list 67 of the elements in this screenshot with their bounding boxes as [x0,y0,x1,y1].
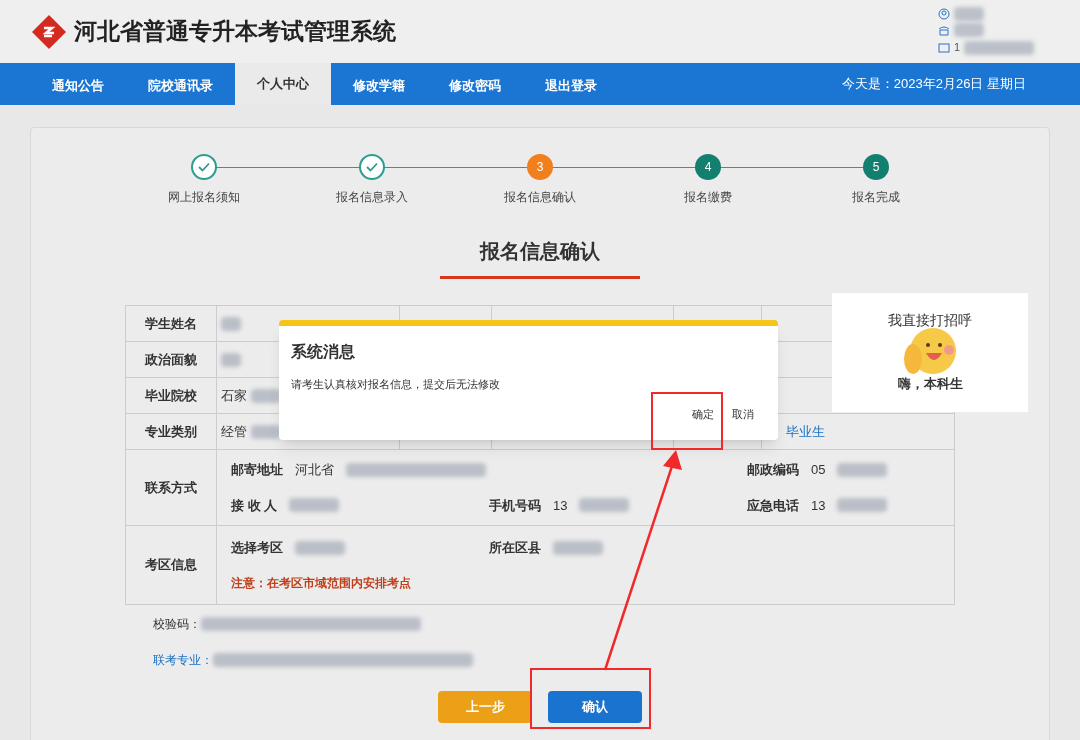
step-label: 报名缴费 [684,189,732,206]
user-icon [938,8,950,21]
dialog-message: 请考生认真核对报名信息，提交后无法修改 [291,377,501,392]
field-label: 邮政编码 [747,461,799,479]
field-label: 邮寄地址 [231,461,283,479]
site-title: 河北省普通专升本考试管理系统 [74,17,396,47]
nav-tab[interactable]: 个人中心 [235,63,331,105]
step-indicator: 3 [527,154,553,180]
field-label: 考区信息 [126,526,217,604]
redacted-value [289,498,340,513]
check-code-label: 校验码： [153,616,201,633]
redacted-value [251,388,281,403]
redacted-value [837,498,888,513]
field-label: 政治面貌 [126,342,217,377]
redacted-value [295,541,345,555]
nav-tab[interactable]: 退出登录 [523,67,619,105]
field-label: 接 收 人 [231,496,278,515]
confirm-button[interactable]: 确认 [548,691,642,723]
step-indicator: 4 [695,154,721,180]
field-value: 05 [811,461,826,479]
page-title: 报名信息确认 [440,236,640,279]
redacted-value [954,23,984,38]
redacted-value [221,316,241,331]
nav-tab[interactable]: 通知公告 [30,67,126,105]
notice-text: 注意：在考区市域范围内安排考点 [231,574,412,592]
highlight-frame [651,392,723,450]
step-label: 网上报名须知 [168,189,240,206]
step-label: 报名完成 [852,189,900,206]
field-label: 选择考区 [231,539,283,558]
check-icon [197,160,211,174]
nav-tab[interactable]: 修改密码 [427,67,523,105]
nav-tab[interactable]: 院校通讯录 [126,67,235,105]
phone-icon [938,24,950,37]
sticker-caption: 我直接打招呼 [888,313,972,327]
field-value: 13 [553,496,568,515]
nav-tab[interactable]: 修改学籍 [331,67,427,105]
step-indicator: 5 [863,154,889,180]
redacted-value [954,7,984,22]
field-label: 手机号码 [489,496,541,515]
redacted-value [964,40,1035,55]
field-value: 经管 [221,422,247,441]
redacted-value [221,352,241,367]
user-info-text: 1 [954,40,961,56]
date-text: 今天是：2023年2月26日 星期日 [841,75,1026,94]
field-value: 毕业生 [786,422,825,441]
major-label: 联考专业： [153,652,213,669]
field-value: 13 [811,496,826,515]
field-value: 河北省 [295,461,334,479]
field-label: 所在区县 [489,539,541,558]
check-icon [365,160,379,174]
field-label: 应急电话 [747,496,799,515]
redacted-value [579,498,630,513]
field-value: 石家 [221,386,247,405]
id-icon [938,41,950,54]
field-label: 学生姓名 [126,306,217,341]
field-label: 联系方式 [126,450,217,525]
ok-button[interactable]: 确定 [692,405,714,422]
field-label: 专业类别 [126,414,217,449]
sticker-caption: 嗨，本科生 [897,377,963,391]
field-label: 毕业院校 [126,378,217,413]
redacted-value [553,541,603,555]
redacted-value [251,424,281,439]
dialog-title: 系统消息 [291,342,356,362]
redacted-value [837,462,888,477]
step-label: 报名信息确认 [504,189,576,206]
cancel-button[interactable]: 取消 [732,405,754,422]
step-label: 报名信息录入 [336,189,408,206]
